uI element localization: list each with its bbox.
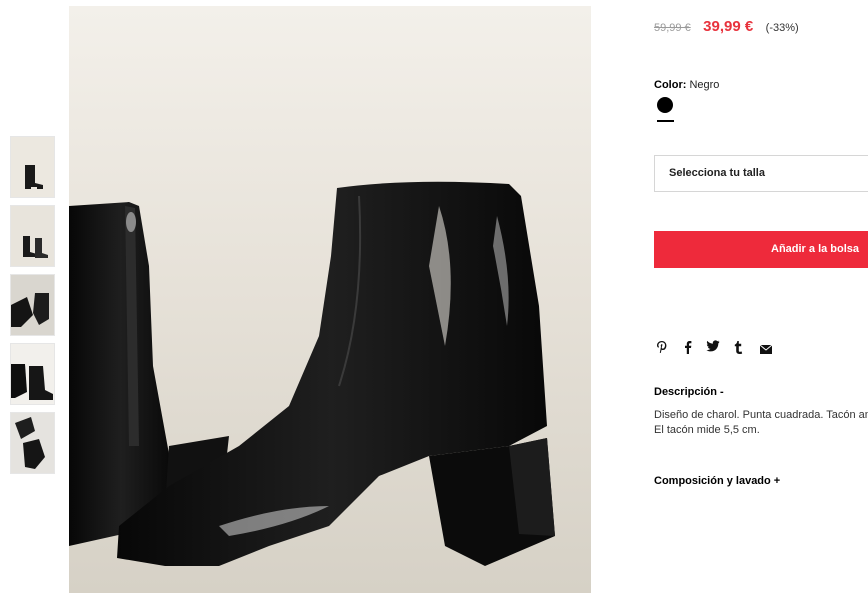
color-value: Negro [689, 79, 720, 91]
swatch-selected-indicator [657, 120, 674, 122]
boot-detail-thumbnail-image [11, 293, 49, 327]
discount-badge: (-33%) [765, 22, 799, 34]
twitter-icon[interactable] [706, 340, 720, 356]
boot-heel-thumbnail-image [15, 417, 45, 469]
boots-pair-thumbnail-image [23, 236, 48, 258]
description-text: Diseño de charol. Punta cuadrada. Tacón … [654, 409, 868, 436]
thumbnail-4[interactable] [10, 343, 55, 405]
color-label: Color: [654, 79, 687, 91]
tumblr-icon[interactable] [734, 340, 743, 358]
thumbnail-2[interactable] [10, 205, 55, 267]
thumbnail-list [10, 136, 55, 481]
size-select[interactable]: Selecciona tu talla [654, 155, 868, 192]
pinterest-icon[interactable] [656, 340, 668, 358]
facebook-icon[interactable] [684, 340, 692, 358]
email-icon[interactable] [759, 342, 773, 358]
add-to-bag-button[interactable]: Añadir a la bolsa [654, 231, 868, 268]
color-row: Color: Negro [654, 79, 719, 91]
thumbnail-5[interactable] [10, 412, 55, 474]
price-row: 59,99 € 39,99 € (-33%) [654, 18, 799, 36]
boots-closeup-thumbnail-image [11, 364, 53, 400]
thumbnail-1[interactable] [10, 136, 55, 198]
description-toggle[interactable]: Descripción - [654, 386, 724, 398]
sale-price: 39,99 € [703, 18, 754, 35]
color-swatch-black[interactable] [657, 97, 673, 113]
product-main-image[interactable] [69, 6, 591, 593]
thumbnail-3[interactable] [10, 274, 55, 336]
original-price: 59,99 € [654, 22, 691, 34]
composition-toggle[interactable]: Composición y lavado + [654, 475, 780, 487]
patent-boots-photo [69, 181, 555, 566]
boot-thumbnail-image [25, 165, 43, 189]
